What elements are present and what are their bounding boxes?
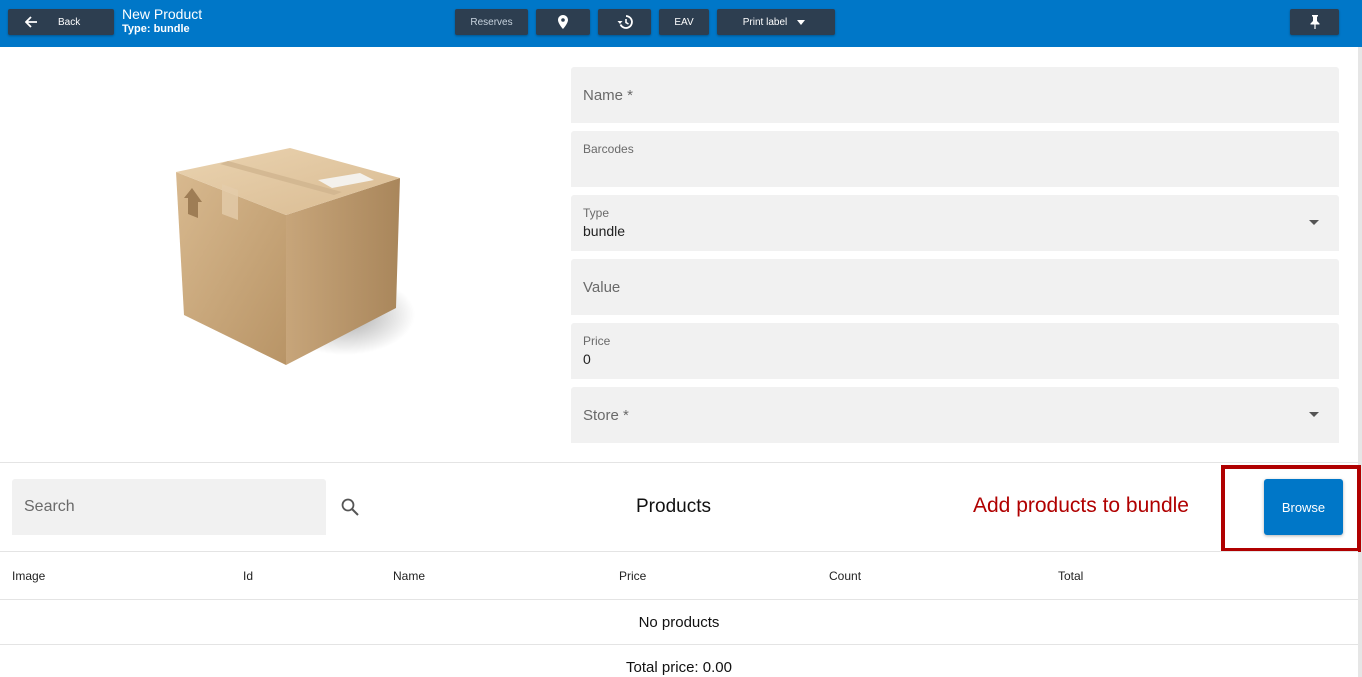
value-field[interactable]: Value (571, 259, 1339, 315)
arrow-left-icon (25, 16, 37, 28)
type-value: bundle (583, 223, 626, 239)
search-icon[interactable] (340, 497, 360, 517)
annotation-text: Add products to bundle (973, 494, 1189, 517)
page-subtitle: Type: bundle (122, 23, 190, 35)
value-placeholder: Value (583, 279, 621, 296)
print-label-button[interactable]: Print label (717, 9, 835, 35)
table-top-divider (0, 551, 1358, 552)
column-header-price[interactable]: Price (619, 569, 646, 583)
barcodes-field[interactable]: Barcodes (571, 131, 1339, 187)
store-placeholder: Store * (583, 407, 629, 424)
dropdown-arrow-icon (1309, 412, 1319, 417)
section-divider (0, 462, 1358, 463)
back-button[interactable]: Back (8, 9, 114, 35)
column-header-image[interactable]: Image (12, 569, 45, 583)
product-image (176, 148, 415, 365)
print-label-button-label: Print label (742, 16, 788, 28)
scrollbar[interactable] (1358, 47, 1362, 677)
products-heading: Products (636, 496, 711, 517)
dropdown-arrow-icon (1309, 220, 1319, 225)
chevron-down-icon (797, 19, 806, 25)
type-select[interactable]: Type bundle (571, 195, 1339, 251)
browse-button[interactable]: Browse (1264, 479, 1343, 535)
column-header-id[interactable]: Id (243, 569, 253, 583)
history-icon (617, 15, 633, 29)
history-button[interactable] (598, 9, 651, 35)
pin-button[interactable] (1290, 9, 1339, 35)
column-header-name[interactable]: Name (393, 569, 425, 583)
back-button-label: Back (58, 16, 81, 28)
store-select[interactable]: Store * (571, 387, 1339, 443)
column-header-total[interactable]: Total (1058, 569, 1083, 583)
location-pin-icon (558, 15, 568, 29)
column-header-count[interactable]: Count (829, 569, 861, 583)
type-label: Type (583, 206, 610, 220)
reserves-button-label: Reserves (470, 16, 513, 28)
top-bar: Back New Product Type: bundle Reserves E… (0, 0, 1362, 47)
reserves-button[interactable]: Reserves (455, 9, 528, 35)
price-value: 0 (583, 351, 591, 367)
search-field[interactable] (12, 479, 326, 535)
browse-button-label: Browse (1281, 499, 1326, 515)
page-title-block: New Product Type: bundle (122, 6, 202, 36)
search-input[interactable] (12, 479, 326, 535)
table-header-divider (0, 599, 1358, 600)
empty-table-message: No products (638, 614, 720, 631)
page-title: New Product (122, 6, 203, 22)
name-placeholder: Name * (583, 87, 634, 104)
price-field[interactable]: Price 0 (571, 323, 1339, 379)
barcodes-label: Barcodes (583, 142, 634, 156)
pin-icon (1310, 15, 1319, 29)
name-field[interactable]: Name * (571, 67, 1339, 123)
table-bottom-divider (0, 644, 1358, 645)
eav-button-label: EAV (674, 16, 694, 28)
location-button[interactable] (536, 9, 590, 35)
total-price: Total price: 0.00 (626, 659, 732, 676)
price-label: Price (583, 334, 611, 348)
eav-button[interactable]: EAV (659, 9, 709, 35)
